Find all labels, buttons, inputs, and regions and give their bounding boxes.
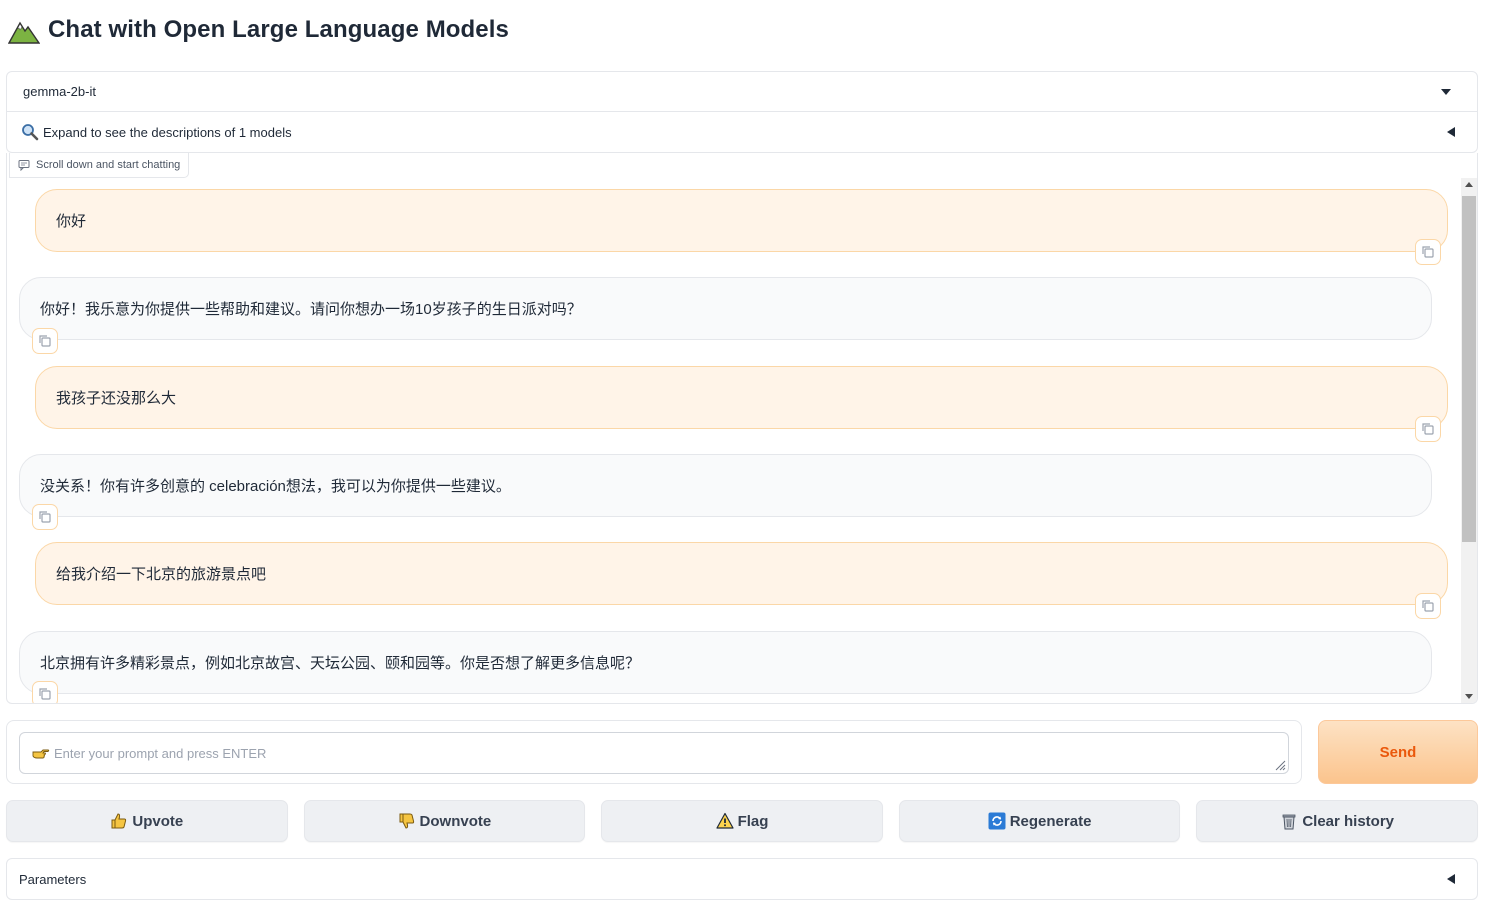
- model-dropdown-value: gemma-2b-it: [23, 84, 96, 99]
- send-button[interactable]: Send: [1318, 720, 1478, 784]
- collapse-arrow-icon: [1447, 874, 1455, 884]
- message-text: 给我介绍一下北京的旅游景点吧: [56, 566, 267, 583]
- user-message: 你好: [35, 189, 1448, 252]
- user-message: 给我介绍一下北京的旅游景点吧: [35, 542, 1448, 605]
- parameters-label: Parameters: [19, 871, 87, 887]
- clear-history-button[interactable]: Clear history: [1196, 800, 1478, 842]
- copy-icon[interactable]: [1415, 239, 1441, 265]
- chevron-down-icon: [1441, 88, 1451, 95]
- accordion-label: Expand to see the descriptions of 1 mode…: [43, 124, 292, 140]
- bot-message: 没关系！你有许多创意的 celebración想法，我可以为你提供一些建议。: [19, 454, 1432, 517]
- chat-icon: [18, 160, 30, 171]
- message-text: 北京拥有许多精彩景点，例如北京故宫、天坛公园、颐和园等。你是否想了解更多信息呢？: [40, 655, 641, 672]
- flag-button[interactable]: Flag: [601, 800, 883, 842]
- bot-message: 你好！我乐意为你提供一些帮助和建议。请问你想办一场10岁孩子的生日派对吗？: [19, 277, 1432, 340]
- descriptions-accordion[interactable]: Expand to see the descriptions of 1 mode…: [7, 112, 1477, 152]
- regenerate-label: Regenerate: [1009, 812, 1092, 830]
- copy-icon[interactable]: [32, 328, 58, 354]
- collapse-arrow-icon: [1447, 127, 1455, 137]
- resize-handle-icon[interactable]: [1274, 759, 1286, 771]
- chat-scrollbar[interactable]: [1461, 178, 1477, 703]
- chatbot-label-text: Scroll down and start chatting: [36, 159, 181, 171]
- flag-label: Flag: [737, 812, 769, 830]
- scrollbar-thumb[interactable]: [1462, 196, 1476, 542]
- message-text: 我孩子还没那么大: [56, 390, 177, 407]
- model-panel: gemma-2b-it Expand to see the descriptio…: [6, 71, 1478, 153]
- copy-icon[interactable]: [32, 504, 58, 530]
- message-text: 你好！我乐意为你提供一些帮助和建议。请问你想办一场10岁孩子的生日派对吗？: [40, 301, 582, 318]
- warning-icon: [715, 812, 734, 829]
- prompt-placeholder: Enter your prompt and press ENTER: [54, 745, 267, 761]
- action-buttons: Upvote Downvote Flag Regenerate Clear hi…: [6, 800, 1478, 842]
- user-message: 我孩子还没那么大: [35, 366, 1448, 429]
- regenerate-button[interactable]: Regenerate: [898, 800, 1181, 842]
- message-text: 你好: [56, 213, 87, 230]
- downvote-label: Downvote: [419, 812, 492, 830]
- copy-icon[interactable]: [1415, 593, 1441, 619]
- scroll-down-icon[interactable]: [1465, 694, 1473, 699]
- parameters-accordion[interactable]: Parameters: [6, 858, 1478, 900]
- upvote-label: Upvote: [132, 812, 184, 830]
- downvote-button[interactable]: Downvote: [303, 800, 586, 842]
- model-dropdown[interactable]: gemma-2b-it: [7, 72, 1477, 112]
- prompt-panel: Enter your prompt and press ENTER: [6, 720, 1302, 784]
- upvote-button[interactable]: Upvote: [6, 800, 288, 842]
- page-title: Chat with Open Large Language Models: [48, 16, 509, 43]
- trash-icon: [1282, 814, 1296, 830]
- app-header: Chat with Open Large Language Models: [8, 14, 509, 46]
- thumbs-down-icon: [399, 813, 414, 829]
- clear-history-label: Clear history: [1302, 812, 1395, 830]
- message-text: 没关系！你有许多创意的 celebración想法，我可以为你提供一些建议。: [40, 478, 511, 495]
- copy-icon[interactable]: [1415, 416, 1441, 442]
- thumbs-up-icon: [111, 813, 127, 829]
- bot-message: 北京拥有许多精彩景点，例如北京故宫、天坛公园、颐和园等。你是否想了解更多信息呢？: [19, 631, 1432, 694]
- chatbot: Scroll down and start chatting 你好 你好！我乐意…: [6, 153, 1478, 704]
- mountain-icon: [8, 21, 40, 44]
- chatbot-label: Scroll down and start chatting: [9, 153, 190, 178]
- pointing-hand-icon: [32, 749, 50, 759]
- magnifier-icon: [22, 124, 39, 141]
- prompt-input[interactable]: Enter your prompt and press ENTER: [19, 732, 1289, 774]
- copy-icon[interactable]: [32, 681, 58, 703]
- refresh-icon: [988, 812, 1006, 830]
- scroll-up-icon[interactable]: [1465, 182, 1473, 187]
